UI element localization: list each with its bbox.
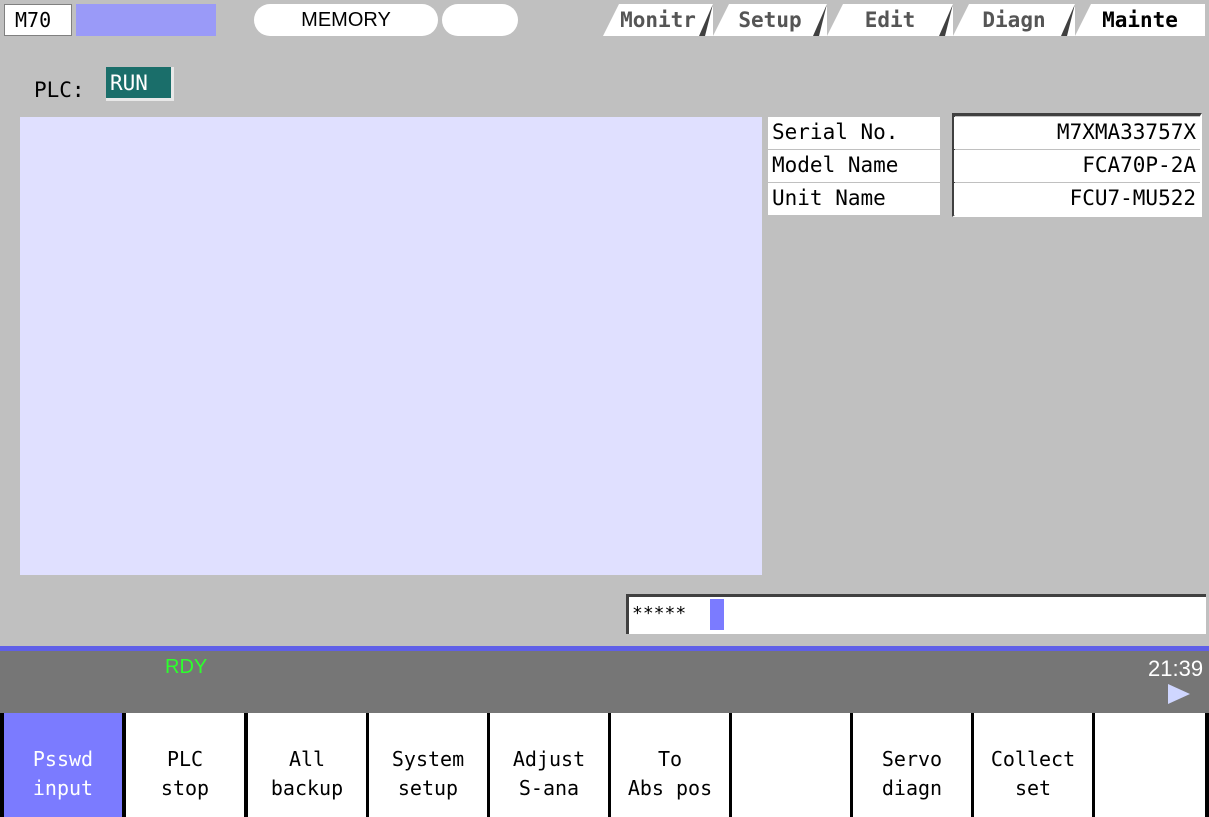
fkey-servo-diagn[interactable]: Servo diagn [853, 713, 971, 817]
unit-name-value: FCU7-MU522 [954, 183, 1200, 215]
plc-label: PLC: [34, 78, 85, 102]
fkey-to-abs-pos[interactable]: To Abs pos [611, 713, 729, 817]
serial-number-value: M7XMA33757X [954, 117, 1200, 149]
fkey-label-line2: S-ana [518, 776, 580, 800]
tab-label: Edit [864, 8, 916, 32]
fkey-label-line2: diagn [881, 776, 943, 800]
tab-maintenance[interactable]: Mainte [1075, 4, 1205, 36]
clock: 21:39 [1148, 656, 1204, 681]
status-indicator-block [76, 4, 216, 36]
operation-mode-indicator: MEMORY [254, 4, 438, 36]
tab-label: Setup [738, 8, 802, 32]
tab-label: Mainte [1102, 8, 1178, 32]
fkey-adjust-s-ana[interactable]: Adjust S-ana [490, 713, 608, 817]
fkey-label-line2: setup [397, 776, 459, 800]
unit-name-label: Unit Name [768, 183, 940, 215]
fkey-label-line1: Servo [881, 747, 943, 771]
machine-model-label: M70 [4, 4, 72, 36]
fkey-label-line2: set [1014, 776, 1052, 800]
fkey-label-line1: System [391, 747, 465, 771]
tab-label: Diagn [982, 8, 1046, 32]
fkey-blank[interactable] [1095, 713, 1205, 817]
tab-label: Monitr [620, 8, 696, 32]
fkey-label-line2: Abs pos [627, 776, 713, 800]
model-name-label: Model Name [768, 150, 940, 182]
fkey-label-line1: PLC [166, 747, 204, 771]
fkey-all-backup[interactable]: All backup [248, 713, 366, 817]
tab-diagnosis[interactable]: Diagn [953, 4, 1075, 36]
auxiliary-mode-indicator [442, 4, 518, 36]
fkey-system-setup[interactable]: System setup [369, 713, 487, 817]
fkey-label-line1: All [288, 747, 326, 771]
main-display-panel [20, 117, 762, 575]
fkey-label-line1: To [657, 747, 683, 771]
serial-number-label: Serial No. [768, 117, 940, 149]
fkey-label-line2: input [32, 776, 94, 800]
fkey-password-input[interactable]: Psswd input [4, 713, 122, 817]
model-name-value: FCA70P-2A [954, 150, 1200, 182]
tab-monitor[interactable]: Monitr [603, 4, 713, 36]
plc-state-indicator: RUN [106, 67, 174, 101]
password-input-text: ***** [632, 603, 687, 624]
fkey-collect-set[interactable]: Collect set [974, 713, 1092, 817]
next-menu-arrow-icon[interactable] [1168, 684, 1190, 704]
fkey-label-line1: Adjust [512, 747, 586, 771]
tab-edit[interactable]: Edit [827, 4, 953, 36]
fkey-blank[interactable] [732, 713, 850, 817]
text-cursor [710, 599, 724, 630]
fkey-label-line1: Psswd [32, 747, 94, 771]
fkey-label-line1: Collect [990, 747, 1076, 771]
fkey-label-line2: backup [270, 776, 344, 800]
fkey-label-line2: stop [160, 776, 210, 800]
ready-status: RDY [165, 656, 208, 678]
fkey-plc-stop[interactable]: PLC stop [126, 713, 244, 817]
tab-setup[interactable]: Setup [713, 4, 827, 36]
